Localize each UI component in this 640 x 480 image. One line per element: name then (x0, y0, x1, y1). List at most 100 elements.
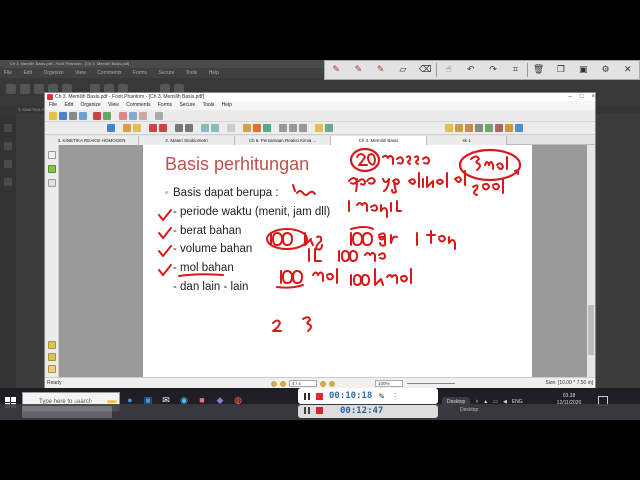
vertical-scrollbar[interactable] (587, 145, 595, 377)
zoom-level-field[interactable]: 100% (375, 380, 403, 387)
zoom-slider[interactable] (407, 383, 455, 384)
first-page-icon[interactable] (271, 380, 277, 387)
menu-secure[interactable]: Secure (179, 102, 195, 108)
tab-memilih-basis[interactable]: Ch 3. Memilih Basis (331, 136, 427, 145)
pen-icon[interactable]: ✎ (325, 60, 347, 80)
rotate-icon[interactable] (175, 124, 183, 132)
bg-menu-item[interactable]: File (4, 70, 12, 76)
gear-icon[interactable]: ⚙ (594, 60, 616, 80)
menu-view[interactable]: View (108, 102, 119, 108)
page-number-field[interactable]: 4 / 4 (289, 380, 317, 387)
menu-comments[interactable]: Comments (126, 102, 150, 108)
pen-icon[interactable]: ✎ (347, 60, 369, 80)
redo-icon[interactable] (159, 124, 167, 132)
trash-icon[interactable]: 🗑 (528, 60, 550, 80)
menu-tools[interactable]: Tools (203, 102, 215, 108)
pause-icon[interactable] (304, 392, 310, 400)
tab-kinetika[interactable]: 3. KINETIKA REAKSI HOMOGEN (45, 136, 139, 145)
highlight-icon[interactable] (445, 124, 453, 132)
zoom-in-icon[interactable] (211, 124, 219, 132)
hand-tool-icon[interactable] (119, 112, 127, 120)
prev-page-icon[interactable] (280, 380, 286, 387)
bg-menu-item[interactable]: Organize (43, 70, 63, 76)
menu-file[interactable]: File (49, 102, 57, 108)
bg-menu-item[interactable]: Secure (158, 70, 174, 76)
fit-page-icon[interactable] (227, 124, 235, 132)
attachments-panel-icon[interactable] (48, 353, 56, 361)
page-navigator: 4 / 4 (271, 380, 335, 387)
menu-help[interactable]: Help (222, 102, 232, 108)
pdf-page[interactable]: Basis perhitungan Basis dapat berupa : -… (143, 145, 532, 377)
bookmark-icon[interactable] (123, 124, 131, 132)
stamp-icon[interactable] (253, 124, 261, 132)
slide-line: - periode waktu (menit, jam dll) (173, 206, 331, 218)
bg-menu-item[interactable]: Comments (97, 70, 121, 76)
zoom-out-icon[interactable] (201, 124, 209, 132)
tab-persamaan-reaksi[interactable]: Ch 6. Persamaan Reaksi Kimia ... (235, 136, 331, 145)
close-icon[interactable]: ✕ (617, 60, 639, 80)
highlighter-icon[interactable]: ▱ (392, 60, 414, 80)
drag-handle-icon[interactable]: ⋮ (391, 392, 399, 401)
close-button[interactable]: × (591, 93, 595, 101)
callout-icon[interactable] (289, 124, 297, 132)
forms-icon[interactable] (515, 124, 523, 132)
select-text-icon[interactable] (129, 112, 137, 120)
bg-menu-item[interactable]: Forms (133, 70, 147, 76)
snapshot-icon[interactable] (139, 112, 147, 120)
open-icon[interactable] (49, 112, 57, 120)
recording-timer: 00:10:18 (329, 391, 373, 401)
text-box-icon[interactable] (279, 124, 287, 132)
typewriter-icon[interactable] (243, 124, 251, 132)
next-page-icon[interactable] (320, 380, 326, 387)
attachment-icon[interactable] (455, 124, 463, 132)
stop-icon[interactable] (316, 392, 323, 400)
menu-forms[interactable]: Forms (158, 102, 172, 108)
pen-icon[interactable]: ✎ (370, 60, 392, 80)
menu-edit[interactable]: Edit (64, 102, 73, 108)
signatures-panel-icon[interactable] (48, 365, 56, 373)
undo-icon[interactable]: ↶ (460, 60, 482, 80)
paste-icon[interactable]: ▣ (572, 60, 594, 80)
zoom-icon[interactable] (155, 112, 163, 120)
ocr-icon[interactable] (485, 124, 493, 132)
document-canvas[interactable]: Basis perhitungan Basis dapat berupa : -… (59, 145, 589, 377)
create-pdf-icon[interactable] (93, 112, 101, 120)
maximize-button[interactable]: □ (580, 93, 584, 101)
bookmarks-icon[interactable] (48, 165, 56, 173)
comment-icon[interactable] (133, 124, 141, 132)
page-icon[interactable] (185, 124, 193, 132)
minimize-button[interactable]: – (569, 93, 572, 101)
measure-icon[interactable] (505, 124, 513, 132)
layers-icon[interactable] (48, 179, 56, 187)
bg-menu-item[interactable]: Help (209, 70, 219, 76)
tab-sk-1[interactable]: sk 1 (427, 136, 507, 145)
export-icon[interactable] (103, 112, 111, 120)
tab-stoikiometri[interactable]: 2. Materi Stoikiometri (139, 136, 235, 145)
last-page-icon[interactable] (329, 380, 335, 387)
comments-panel-icon[interactable] (48, 341, 56, 349)
redo-icon[interactable]: ↷ (482, 60, 504, 80)
crop-icon[interactable]: ⌗ (504, 60, 526, 80)
redact-icon[interactable] (495, 124, 503, 132)
eraser-icon[interactable] (475, 124, 483, 132)
eraser-icon[interactable]: ⌫ (414, 60, 436, 80)
link-icon[interactable] (325, 124, 333, 132)
print-icon[interactable] (69, 112, 77, 120)
shape-icon[interactable] (299, 124, 307, 132)
bg-menu-item[interactable]: Tools (186, 70, 198, 76)
sign-icon[interactable] (263, 124, 271, 132)
bg-menu-item[interactable]: View (75, 70, 86, 76)
scroll-thumb[interactable] (588, 305, 594, 355)
bg-menu-item[interactable]: Edit (23, 70, 32, 76)
copy-icon[interactable]: ❐ (550, 60, 572, 80)
email-icon[interactable] (79, 112, 87, 120)
pages-icon[interactable] (48, 151, 56, 159)
save-icon[interactable] (59, 112, 67, 120)
note-icon[interactable] (315, 124, 323, 132)
undo-icon[interactable] (149, 124, 157, 132)
find-next-icon[interactable] (107, 124, 115, 132)
menu-organize[interactable]: Organize (80, 102, 100, 108)
pen-icon[interactable]: ✎ (378, 392, 385, 401)
lasso-icon[interactable]: ☝ (437, 60, 459, 80)
pencil-icon[interactable] (465, 124, 473, 132)
